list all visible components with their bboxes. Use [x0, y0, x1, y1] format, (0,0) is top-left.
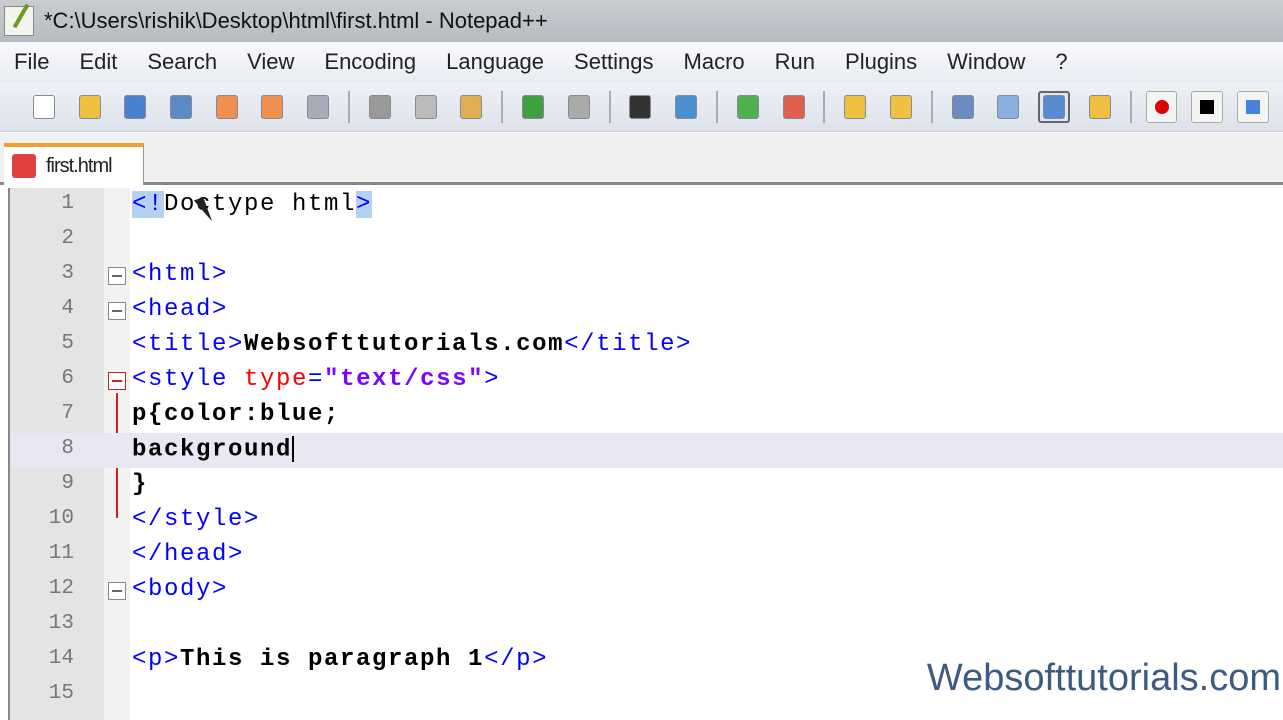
find-icon[interactable] [625, 91, 657, 123]
code-editor[interactable]: 1 <!Doctype html> 2 3 <html> 4 <head> 5 <title>W… [8, 188, 1283, 720]
watermark: Websofttutorials.com [926, 657, 1281, 699]
sync-vertical-icon[interactable] [839, 91, 871, 123]
tab-first-html[interactable]: first.html [4, 143, 144, 185]
paste-icon[interactable] [455, 91, 487, 123]
toolbar-separator [348, 90, 351, 123]
copy-icon[interactable] [410, 91, 442, 123]
code-text: p{color:blue; [132, 401, 341, 428]
menu-language[interactable]: Language [446, 49, 544, 75]
code-text: <body> [132, 576, 229, 603]
play-macro-icon[interactable] [1237, 90, 1269, 123]
code-text: </style> [132, 506, 261, 533]
window-title: *C:\Users\rishik\Desktop\html\first.html… [44, 8, 548, 33]
line-number: 15 [48, 682, 74, 705]
code-text: } [132, 471, 149, 498]
code-line[interactable]: 7 p{color:blue; [10, 398, 1283, 433]
save-all-icon[interactable] [165, 91, 197, 123]
menu-file[interactable]: File [14, 49, 49, 75]
toolbar-separator [1129, 90, 1132, 123]
line-number: 9 [61, 472, 74, 495]
tab-bar: first.html [0, 133, 1283, 185]
code-line[interactable]: 9} [10, 468, 1283, 503]
save-icon[interactable] [119, 91, 151, 123]
zoom-in-icon[interactable] [732, 91, 764, 123]
line-number: 7 [61, 402, 74, 425]
record-macro-icon[interactable] [1145, 90, 1178, 123]
fold-toggle-icon[interactable] [108, 582, 126, 600]
fold-toggle-icon[interactable] [108, 302, 126, 320]
code-line[interactable]: 11 </head> [10, 538, 1283, 573]
code-line[interactable]: 8 background [10, 433, 1283, 468]
menu-search[interactable]: Search [147, 49, 217, 75]
menu-edit[interactable]: Edit [79, 49, 117, 75]
toolbar [0, 82, 1283, 132]
menu-help[interactable]: ? [1055, 49, 1067, 75]
cut-icon[interactable] [364, 91, 396, 123]
menu-encoding[interactable]: Encoding [324, 49, 416, 75]
open-file-icon[interactable] [74, 91, 106, 123]
code-line[interactable]: 4 <head> [10, 293, 1283, 328]
notepad-plus-plus-icon [4, 6, 34, 36]
text-caret [292, 436, 295, 462]
line-number: 8 [61, 437, 74, 460]
code-line[interactable]: 13 [10, 608, 1283, 643]
code-text: <head> [132, 296, 229, 323]
toolbar-separator [716, 90, 718, 123]
menu-window[interactable]: Window [947, 49, 1025, 75]
menu-bar: File Edit Search View Encoding Language Settin… [0, 42, 1283, 82]
code-line[interactable]: 12 <body> [10, 573, 1283, 608]
unsaved-file-icon [12, 154, 36, 178]
code-line[interactable]: 3 <html> [10, 258, 1283, 293]
code-text: <!Doctype html> [132, 191, 373, 218]
stop-macro-icon[interactable] [1191, 90, 1224, 123]
line-number: 5 [61, 332, 74, 355]
toolbar-separator [608, 90, 611, 123]
code-line[interactable]: 5 <title>Websofttutorials.com</title> [10, 328, 1283, 363]
code-line[interactable]: 2 [10, 223, 1283, 258]
code-text: <title>Websofttutorials.com</title> [132, 331, 693, 358]
user-language-icon[interactable] [1084, 91, 1116, 123]
line-number: 4 [61, 297, 74, 320]
menu-plugins[interactable]: Plugins [845, 49, 917, 75]
line-number: 12 [48, 577, 74, 600]
line-number: 11 [48, 542, 74, 565]
code-text: <p>This is paragraph 1</p> [132, 646, 549, 673]
line-number: 2 [61, 227, 74, 250]
fold-toggle-icon[interactable] [108, 267, 126, 285]
menu-settings[interactable]: Settings [574, 49, 654, 75]
menu-run[interactable]: Run [775, 49, 815, 75]
menu-view[interactable]: View [247, 49, 294, 75]
code-text: </head> [132, 541, 245, 568]
sync-horizontal-icon[interactable] [885, 91, 917, 123]
code-text: background [132, 436, 295, 464]
line-number: 13 [48, 612, 74, 635]
code-line[interactable]: 6 <style type="text/css"> [10, 363, 1283, 398]
line-number: 10 [48, 507, 74, 530]
menu-macro[interactable]: Macro [684, 49, 745, 75]
replace-icon[interactable] [670, 91, 702, 123]
line-number: 1 [61, 192, 74, 215]
print-icon[interactable] [302, 91, 334, 123]
undo-icon[interactable] [517, 91, 549, 123]
word-wrap-icon[interactable] [947, 91, 979, 123]
title-bar: *C:\Users\rishik\Desktop\html\first.html… [0, 0, 1283, 42]
code-text: <html> [132, 261, 229, 288]
fold-toggle-icon[interactable] [108, 372, 126, 390]
close-all-icon[interactable] [257, 91, 289, 123]
line-number: 3 [61, 262, 74, 285]
close-icon[interactable] [211, 91, 243, 123]
line-number: 6 [61, 367, 74, 390]
redo-icon[interactable] [563, 91, 595, 123]
toolbar-separator [930, 90, 933, 123]
tab-label: first.html [46, 154, 113, 177]
show-all-chars-icon[interactable] [993, 91, 1025, 123]
new-file-icon[interactable] [28, 91, 60, 123]
zoom-out-icon[interactable] [778, 91, 810, 123]
toolbar-separator [823, 90, 826, 123]
toolbar-separator [501, 90, 504, 123]
indent-guide-icon[interactable] [1038, 90, 1071, 123]
code-text: <style type="text/css"> [132, 366, 501, 393]
code-line[interactable]: 10 </style> [10, 503, 1283, 538]
line-number: 14 [48, 647, 74, 670]
